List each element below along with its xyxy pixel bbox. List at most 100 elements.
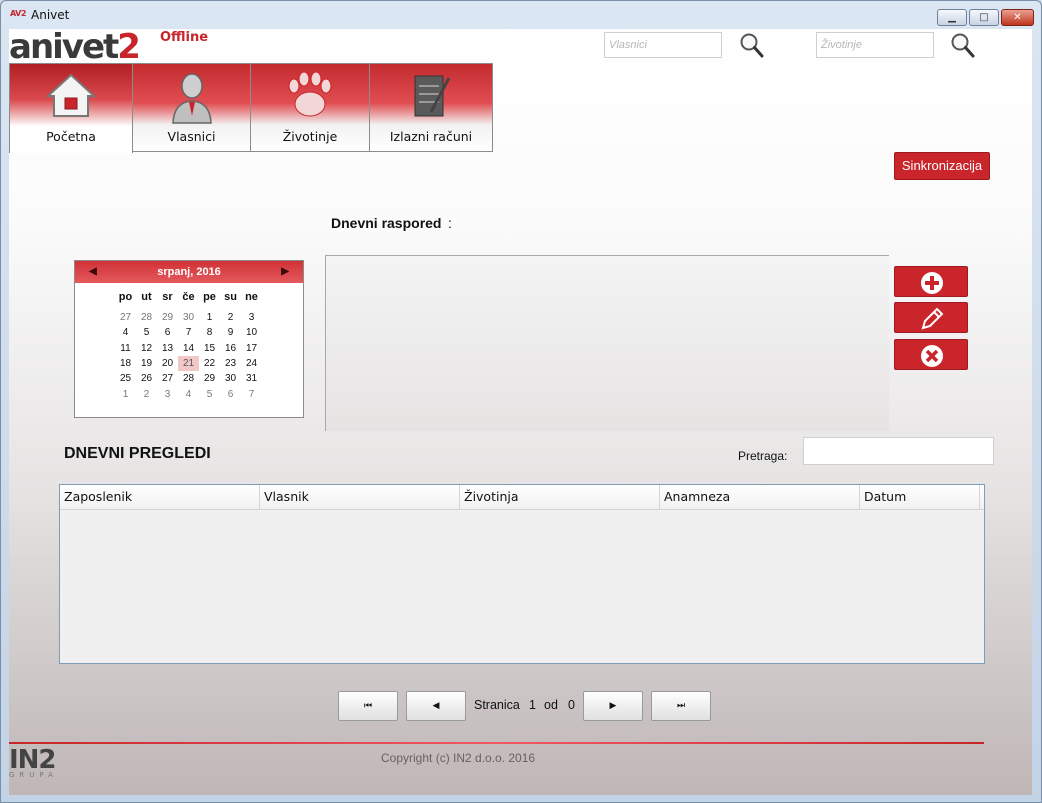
calendar-day[interactable]: 13 [157,341,178,356]
calendar-day[interactable]: 30 [220,371,241,386]
calendar-weekday: če [182,291,195,303]
tab-zivotinje[interactable]: Životinje [250,63,370,152]
tab-label: Izlazni računi [389,129,473,144]
calendar-day[interactable]: 24 [241,356,262,371]
table-header: Zaposlenik Vlasnik Životinja Anamneza Da… [60,485,984,510]
calendar-weekday: po [118,291,133,303]
calendar-day[interactable]: 3 [241,310,262,325]
calendar-day[interactable]: 29 [157,310,178,325]
footer-divider [9,742,984,744]
tab-label: Životinje [282,129,338,144]
paw-icon [288,72,332,117]
calendar-weekday: ne [245,291,258,303]
calendar-day[interactable]: 28 [136,310,157,325]
calendar-day[interactable]: 20 [157,356,178,371]
calendar-header: ◀ srpanj, 2016 ▶ [75,261,303,283]
calendar-day[interactable]: 14 [178,341,199,356]
calendar-day[interactable]: 7 [178,325,199,340]
calendar-day[interactable]: 6 [157,325,178,340]
calendar-day[interactable]: 10 [241,325,262,340]
calendar-day[interactable]: 4 [115,325,136,340]
person-icon [171,73,212,124]
calendar-day[interactable]: 6 [220,387,241,402]
calendar-day[interactable]: 15 [199,341,220,356]
prev-page-button[interactable]: ◀ [406,691,466,721]
column-header[interactable]: Datum [860,485,980,509]
calendar-weekday: sr [162,291,173,303]
reviews-search-input[interactable] [803,437,994,465]
add-icon [921,272,943,294]
delete-button[interactable] [894,339,968,370]
company-logo: IN2 GRUPA [9,747,58,779]
calendar-day[interactable]: 2 [136,387,157,402]
owners-search-icon[interactable] [739,31,765,59]
calendar-day[interactable]: 5 [136,325,157,340]
calendar-day[interactable]: 27 [157,371,178,386]
calendar-day[interactable]: 18 [115,356,136,371]
calendar-day[interactable]: 30 [178,310,199,325]
minimize-button[interactable]: ▁ [937,9,967,26]
app-window: AV2 Anivet ▁ □ ✕ anivet2 Offline Vlasnic… [0,0,1042,803]
calendar-day[interactable]: 9 [220,325,241,340]
calendar-day[interactable]: 29 [199,371,220,386]
tab-label: Vlasnici [167,129,216,144]
company-logo-sub: GRUPA [9,771,58,779]
add-button[interactable] [894,266,968,297]
calendar-day[interactable]: 16 [220,341,241,356]
calendar-day[interactable]: 26 [136,371,157,386]
calendar-day[interactable]: 7 [241,387,262,402]
calendar-day[interactable]: 22 [199,356,220,371]
calendar-day[interactable]: 8 [199,325,220,340]
calendar-day[interactable]: 5 [199,387,220,402]
maximize-button[interactable]: □ [969,9,999,26]
reviews-title: DNEVNI PREGLEDI [64,445,211,462]
calendar-day[interactable]: 17 [241,341,262,356]
reviews-table: Zaposlenik Vlasnik Životinja Anamneza Da… [59,484,985,664]
logo-text: anivet [9,29,119,67]
copyright-text: Copyright (c) IN2 d.o.o. 2016 [381,751,536,765]
column-header[interactable]: Životinja [460,485,660,509]
edit-icon [921,307,944,330]
first-page-button[interactable]: ⏮ [338,691,398,721]
animals-search-input[interactable]: Životinje [816,32,934,58]
close-button[interactable]: ✕ [1001,9,1034,26]
sync-button[interactable]: Sinkronizacija [894,152,990,180]
tab-vlasnici[interactable]: Vlasnici [132,63,251,152]
calendar-day[interactable]: 23 [220,356,241,371]
calendar-day[interactable]: 31 [241,371,262,386]
next-page-button[interactable]: ▶ [583,691,643,721]
calendar-day[interactable]: 11 [115,341,136,356]
calendar-next-icon[interactable]: ▶ [281,261,289,283]
tab-label: Početna [46,129,96,144]
page-of-label: od [544,698,558,712]
last-page-button[interactable]: ⏭ [651,691,711,721]
calendar-day[interactable]: 27 [115,310,136,325]
calendar-day[interactable]: 2 [220,310,241,325]
calendar-day[interactable]: 4 [178,387,199,402]
calendar-prev-icon[interactable]: ◀ [89,261,97,283]
calendar-day[interactable]: 21 [178,355,199,371]
edit-button[interactable] [894,302,968,333]
schedule-colon: : [448,215,452,231]
calendar-day[interactable]: 25 [115,371,136,386]
tab-pocetna[interactable]: Početna [9,63,133,153]
current-page: 1 [529,698,536,712]
calendar-weekday: pe [203,291,216,303]
animals-search-icon[interactable] [950,31,976,59]
calendar-day[interactable]: 3 [157,387,178,402]
calendar-day[interactable]: 1 [199,310,220,325]
column-header[interactable]: Anamneza [660,485,860,509]
calendar-day[interactable]: 1 [115,387,136,402]
calendar-day[interactable]: 12 [136,341,157,356]
calendar-month: srpanj, 2016 [157,266,221,278]
tab-izlazni-racuni[interactable]: Izlazni računi [369,63,493,152]
schedule-panel [325,255,889,431]
app-icon: AV2 [10,9,26,18]
owners-search-input[interactable]: Vlasnici [604,32,722,58]
calendar-day[interactable]: 19 [136,356,157,371]
title-bar[interactable]: AV2 Anivet ▁ □ ✕ [1,1,1041,29]
first-page-icon: ⏮ [363,701,373,711]
column-header[interactable]: Zaposlenik [60,485,260,509]
column-header[interactable]: Vlasnik [260,485,460,509]
calendar-day[interactable]: 28 [178,371,199,386]
